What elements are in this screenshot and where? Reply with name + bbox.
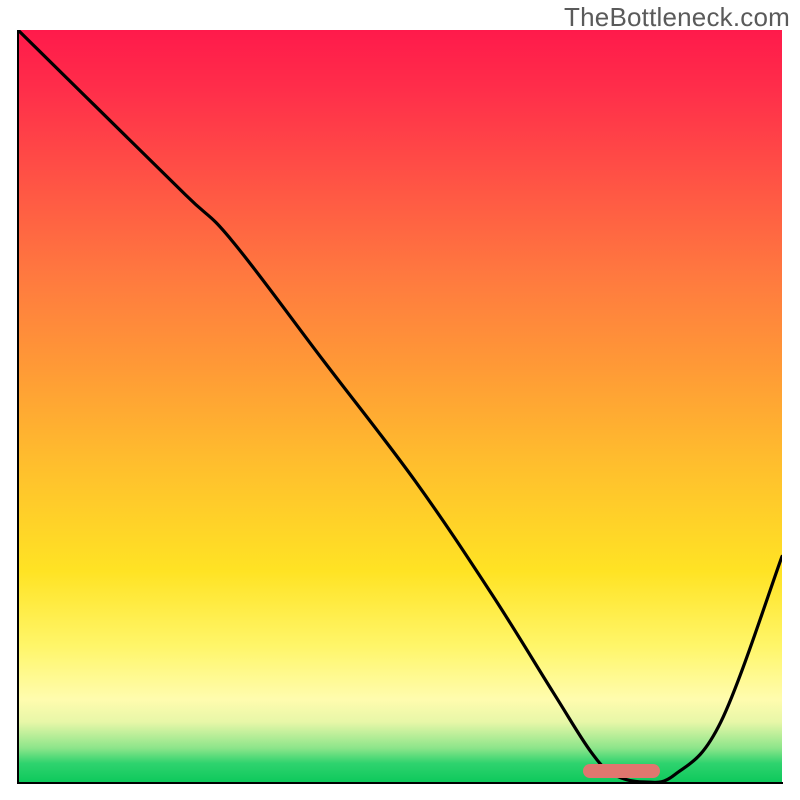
watermark-text: TheBottleneck.com (564, 2, 790, 33)
bottleneck-curve (18, 30, 782, 782)
optimal-range-marker (583, 764, 659, 778)
y-axis (17, 30, 19, 784)
x-axis (17, 782, 783, 784)
curve-layer (18, 30, 782, 782)
plot-area (18, 30, 782, 782)
chart-stage: TheBottleneck.com (0, 0, 800, 800)
